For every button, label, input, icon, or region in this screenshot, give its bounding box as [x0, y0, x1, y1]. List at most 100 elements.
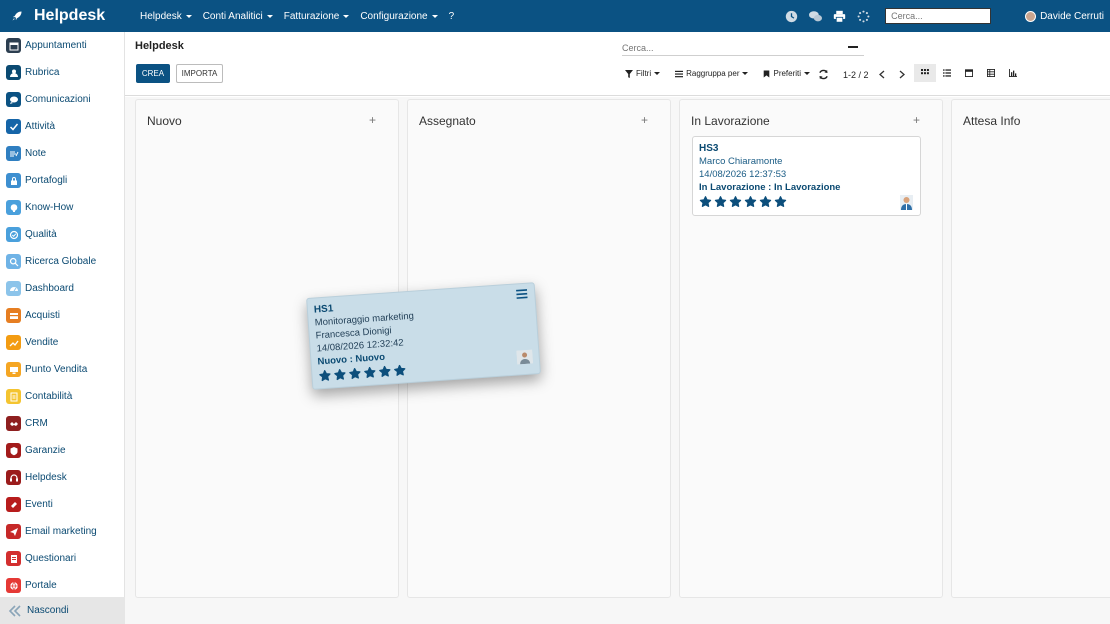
caret-down-icon: [185, 14, 192, 18]
refresh-icon[interactable]: [818, 69, 829, 80]
survey-icon: [6, 551, 21, 566]
sidebar-item-eventi[interactable]: Eventi: [0, 491, 124, 518]
clock-icon[interactable]: [783, 8, 799, 24]
sidebar-item-label: CRM: [25, 418, 48, 429]
priority-star-icon[interactable]: [333, 368, 347, 382]
sidebar-item-note[interactable]: Note: [0, 140, 124, 167]
user-name: Davide Cerruti: [1040, 10, 1104, 22]
card-menu-icon[interactable]: [516, 289, 528, 300]
table-icon: [987, 69, 995, 77]
kanban-card-hs1-dragging[interactable]: HS1 Monitoraggio marketing Francesca Dio…: [306, 282, 541, 390]
priority-stars[interactable]: [699, 196, 914, 209]
filters-label: Filtri: [636, 69, 652, 78]
menu-label: Conti Analitici: [202, 10, 263, 22]
sidebar-item-comunicazioni[interactable]: Comunicazioni: [0, 86, 124, 113]
sidebar-item-dashboard[interactable]: Dashboard: [0, 275, 124, 302]
avatar: [1025, 10, 1037, 22]
sidebar-item-vendite[interactable]: Vendite: [0, 329, 124, 356]
list-view-button[interactable]: [936, 64, 958, 82]
sidebar-item-ricerca-globale[interactable]: Ricerca Globale: [0, 248, 124, 275]
graph-view-button[interactable]: [1002, 64, 1024, 82]
priority-star-icon[interactable]: [774, 196, 787, 209]
quick-create-button[interactable]: +: [913, 113, 920, 127]
sidebar-item-garanzie[interactable]: Garanzie: [0, 437, 124, 464]
favorites-dropdown[interactable]: Preferiti: [763, 69, 811, 78]
sidebar-item-portafogli[interactable]: Portafogli: [0, 167, 124, 194]
pager-value[interactable]: 1-2 / 2: [843, 70, 869, 80]
sidebar-item-punto-vendita[interactable]: Punto Vendita: [0, 356, 124, 383]
create-button[interactable]: CREA: [136, 64, 170, 83]
menu-configurazione[interactable]: Configurazione: [360, 10, 438, 22]
priority-star-icon[interactable]: [348, 367, 362, 381]
calendar-view-button[interactable]: [958, 64, 980, 82]
sidebar-item-label: Vendite: [25, 337, 59, 348]
import-button[interactable]: IMPORTA: [176, 64, 223, 83]
headset-icon: [6, 470, 21, 485]
calendar-icon: [965, 69, 973, 77]
menu-conti-analitici[interactable]: Conti Analitici: [203, 11, 273, 22]
sidebar-item-appuntamenti[interactable]: Appuntamenti: [0, 32, 124, 59]
groupby-dropdown[interactable]: Raggruppa per: [675, 69, 749, 78]
double-chevron-left-icon: [8, 604, 21, 617]
quick-create-button[interactable]: +: [641, 113, 648, 127]
sidebar-item-label: Note: [25, 148, 47, 159]
sidebar-item-portale[interactable]: Portale: [0, 572, 124, 599]
global-search-input[interactable]: [885, 8, 992, 24]
kanban-view-button[interactable]: [914, 64, 936, 82]
menu-label: Configurazione: [360, 10, 428, 22]
discuss-icon[interactable]: [807, 8, 823, 24]
kanban-column-attesa-info: Attesa Info: [951, 99, 1110, 598]
sidebar-item-label: Portale: [25, 580, 57, 591]
filters-dropdown[interactable]: Filtri: [625, 69, 661, 78]
sidebar-item-helpdesk[interactable]: Helpdesk: [0, 464, 124, 491]
chevron-right-icon[interactable]: [898, 70, 906, 79]
sidebar-footer-label: Nascondi: [27, 605, 69, 616]
priority-star-icon[interactable]: [378, 365, 392, 379]
kanban-card-hs3[interactable]: HS3 Marco Chiaramonte 14/08/2026 12:37:5…: [692, 136, 921, 216]
priority-star-icon[interactable]: [744, 196, 757, 209]
search-input[interactable]: [622, 40, 864, 56]
menu-fatturazione[interactable]: Fatturazione: [284, 11, 350, 22]
filter-icon: [625, 69, 633, 78]
sidebar-item-acquisti[interactable]: Acquisti: [0, 302, 124, 329]
priority-star-icon[interactable]: [318, 370, 332, 384]
sidebar-item-contabilit-[interactable]: Contabilità: [0, 383, 124, 410]
kanban-board: Nuovo + Assegnato + In Lavorazione + HS3…: [125, 97, 1110, 624]
sidebar-item-label: Qualità: [25, 229, 57, 240]
sidebar-item-crm[interactable]: CRM: [0, 410, 124, 437]
assignee-avatar: [900, 195, 913, 210]
quick-create-button[interactable]: +: [369, 113, 376, 127]
top-menu: Helpdesk Conti Analitici Fatturazione Co…: [140, 11, 454, 22]
sidebar-item-label: Acquisti: [25, 310, 61, 321]
sidebar-item-know-how[interactable]: Know-How: [0, 194, 124, 221]
sidebar-item-attivit-[interactable]: Attività: [0, 113, 124, 140]
chevron-left-icon[interactable]: [878, 70, 886, 79]
control-panel: Helpdesk CREA IMPORTA Filtri Raggruppa p…: [125, 32, 1110, 96]
purchase-icon: [6, 308, 21, 323]
menu-help[interactable]: ?: [449, 11, 455, 22]
priority-star-icon[interactable]: [699, 196, 712, 209]
menu-label: ?: [448, 10, 455, 22]
menu-label: Fatturazione: [283, 10, 340, 22]
dashboard-icon: [6, 281, 21, 296]
priority-star-icon[interactable]: [363, 366, 377, 380]
collapse-search-icon[interactable]: [848, 46, 858, 48]
menu-helpdesk[interactable]: Helpdesk: [140, 11, 192, 22]
sidebar-item-questionari[interactable]: Questionari: [0, 545, 124, 572]
favorites-label: Preferiti: [773, 69, 802, 78]
sidebar-item-qualit-[interactable]: Qualità: [0, 221, 124, 248]
sidebar-item-rubrica[interactable]: Rubrica: [0, 59, 124, 86]
priority-star-icon[interactable]: [714, 196, 727, 209]
user-menu[interactable]: Davide Cerruti: [1025, 10, 1104, 22]
priority-star-icon[interactable]: [393, 364, 407, 378]
print-icon[interactable]: [831, 8, 847, 24]
app-brand[interactable]: Helpdesk: [0, 7, 130, 25]
sidebar-hide-button[interactable]: Nascondi: [0, 597, 125, 624]
sidebar-item-email-marketing[interactable]: Email marketing: [0, 518, 124, 545]
pivot-view-button[interactable]: [980, 64, 1002, 82]
priority-star-icon[interactable]: [729, 196, 742, 209]
priority-star-icon[interactable]: [759, 196, 772, 209]
caret-down-icon: [742, 72, 749, 75]
sidebar-item-label: Garanzie: [25, 445, 66, 456]
list-icon: [675, 70, 684, 77]
